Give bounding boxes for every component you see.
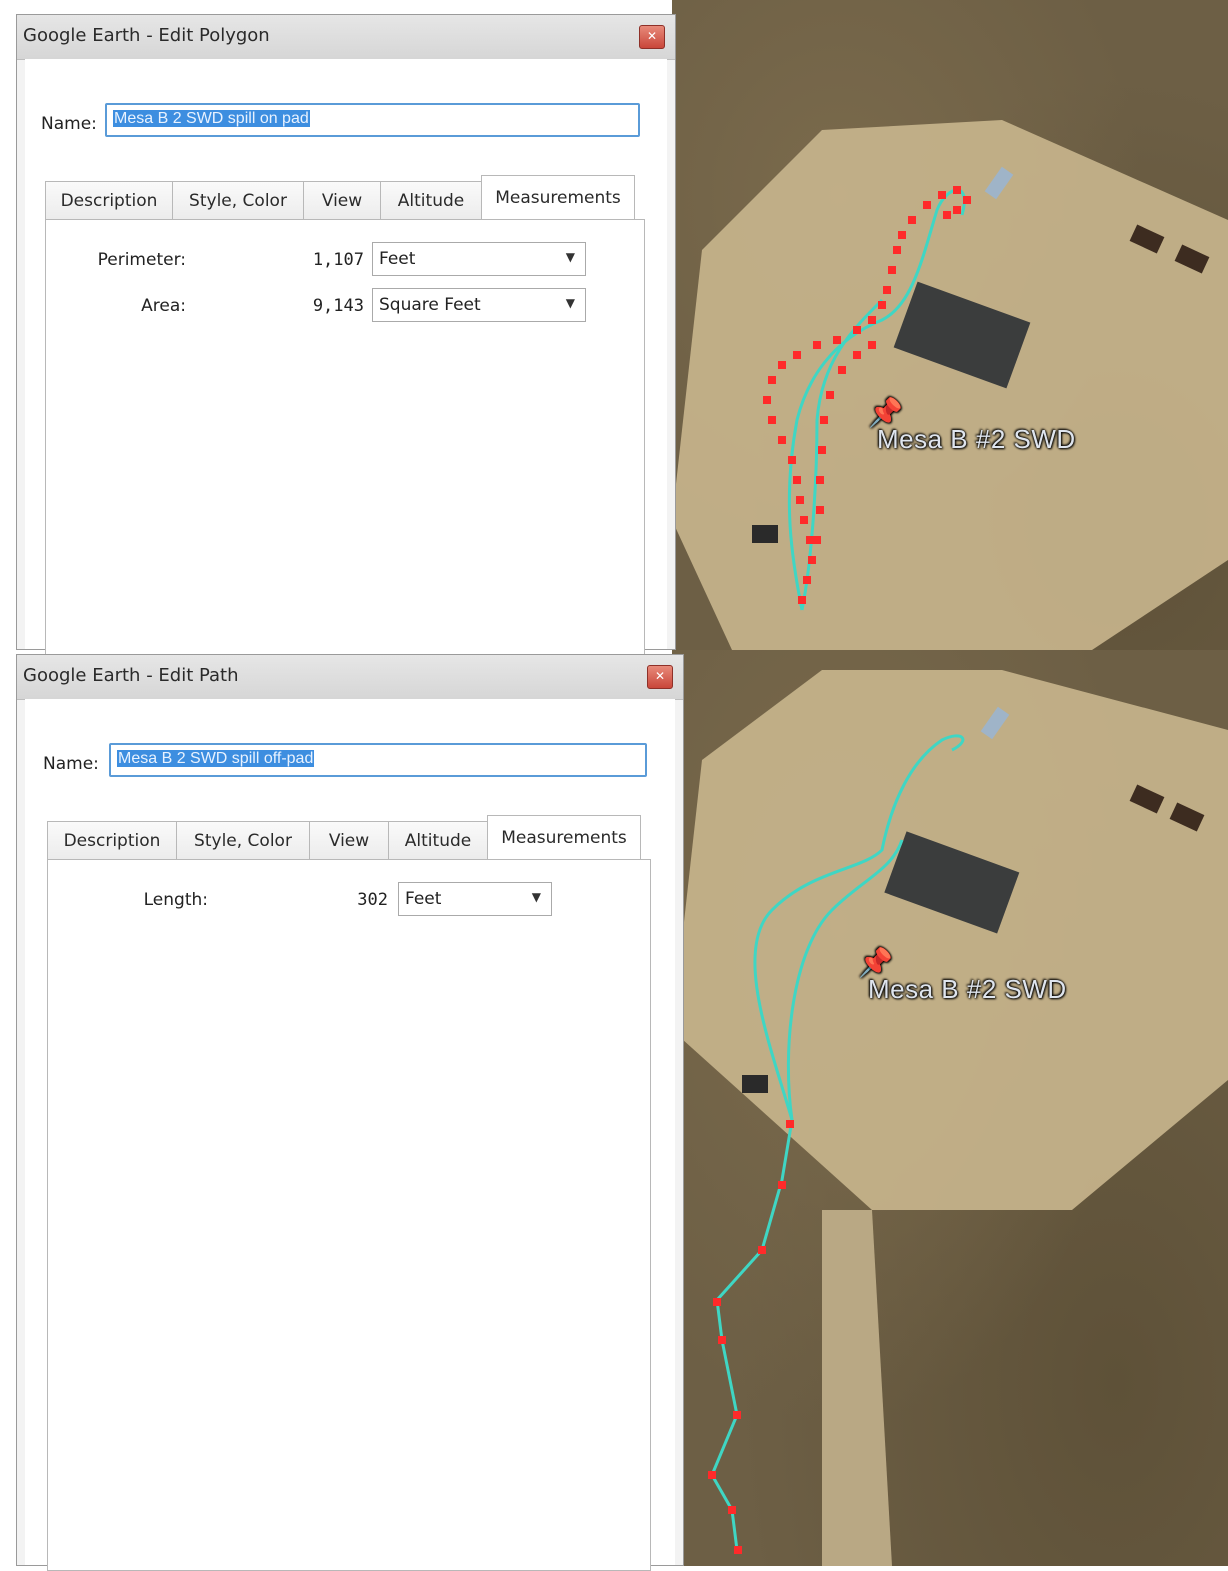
path-vertex-marker[interactable]	[803, 576, 811, 584]
path-vertex-marker[interactable]	[816, 506, 824, 514]
path-vertex-marker[interactable]	[838, 366, 846, 374]
area-label: Area:	[141, 296, 186, 316]
measurements-panel: Length: 302 Feet ▼	[47, 859, 651, 1571]
tab-view[interactable]: View	[309, 821, 389, 859]
close-button[interactable]: ✕	[639, 25, 665, 49]
tab-style-color[interactable]: Style, Color	[176, 821, 310, 859]
path-vertex-marker[interactable]	[798, 596, 806, 604]
path-vertex-marker[interactable]	[943, 211, 951, 219]
length-unit-select[interactable]: Feet ▼	[398, 882, 552, 916]
name-input[interactable]: Mesa B 2 SWD spill on pad	[105, 103, 640, 137]
map-bottom-vertex-layer	[708, 1120, 794, 1554]
path-vertex-marker[interactable]	[778, 1181, 786, 1189]
path-vertex-marker[interactable]	[888, 266, 896, 274]
path-vertex-marker[interactable]	[763, 396, 771, 404]
path-vertex-marker[interactable]	[788, 456, 796, 464]
name-label: Name:	[43, 754, 99, 774]
path-vertex-marker[interactable]	[938, 191, 946, 199]
tab-view[interactable]: View	[303, 181, 381, 219]
perimeter-unit-value: Feet	[379, 249, 416, 269]
path-vertex-marker[interactable]	[818, 446, 826, 454]
path-vertex-marker[interactable]	[768, 416, 776, 424]
perimeter-unit-select[interactable]: Feet ▼	[372, 242, 586, 276]
tab-bar: Description Style, Color View Altitude M…	[47, 815, 641, 859]
path-vertex-marker[interactable]	[734, 1546, 742, 1554]
area-unit-value: Square Feet	[379, 295, 481, 315]
path-vertex-marker[interactable]	[813, 536, 821, 544]
tab-bar: Description Style, Color View Altitude M…	[45, 175, 635, 219]
path-vertex-marker[interactable]	[816, 476, 824, 484]
chevron-down-icon: ▼	[565, 250, 575, 264]
perimeter-label: Perimeter:	[97, 250, 186, 270]
path-vertex-marker[interactable]	[868, 341, 876, 349]
path-vertex-marker[interactable]	[728, 1506, 736, 1514]
dialog-titlebar[interactable]: Google Earth - Edit Path ✕	[17, 655, 683, 700]
measurements-panel: Perimeter: 1,107 Feet ▼ Area: 9,143 Squa…	[45, 219, 645, 659]
chevron-down-icon: ▼	[565, 296, 575, 310]
map-top-placemark-label[interactable]: Mesa B #2 SWD	[877, 424, 1076, 455]
map-view-top[interactable]: 📌 Mesa B #2 SWD	[672, 0, 1228, 650]
tab-altitude[interactable]: Altitude	[380, 181, 482, 219]
path-vertex-marker[interactable]	[953, 206, 961, 214]
path-vertex-marker[interactable]	[893, 246, 901, 254]
path-vertex-marker[interactable]	[796, 496, 804, 504]
map-view-bottom[interactable]: 📌 Mesa B #2 SWD	[672, 650, 1228, 1566]
name-label: Name:	[41, 114, 97, 134]
path-vertex-marker[interactable]	[768, 376, 776, 384]
path-vertex-marker[interactable]	[833, 336, 841, 344]
map-bottom-placemark-label[interactable]: Mesa B #2 SWD	[868, 974, 1067, 1005]
map-top-vertex-layer	[763, 186, 971, 604]
dialog-body: Name: Mesa B 2 SWD spill on pad Descript…	[25, 59, 667, 659]
perimeter-value: 1,107	[312, 250, 364, 270]
path-vertex-marker[interactable]	[806, 536, 814, 544]
path-vertex-marker[interactable]	[853, 351, 861, 359]
path-vertex-marker[interactable]	[953, 186, 961, 194]
tab-altitude[interactable]: Altitude	[388, 821, 488, 859]
path-vertex-marker[interactable]	[826, 391, 834, 399]
name-input[interactable]: Mesa B 2 SWD spill off-pad	[109, 743, 647, 777]
tab-measurements[interactable]: Measurements	[487, 815, 641, 859]
path-vertex-marker[interactable]	[878, 301, 886, 309]
path-vertex-marker[interactable]	[778, 361, 786, 369]
path-vertex-marker[interactable]	[808, 556, 816, 564]
length-unit-value: Feet	[405, 889, 442, 909]
dialog-title: Google Earth - Edit Polygon	[23, 25, 270, 46]
dialog-title: Google Earth - Edit Path	[23, 665, 239, 686]
path-vertex-marker[interactable]	[778, 436, 786, 444]
area-value: 9,143	[312, 296, 364, 316]
path-vertex-marker[interactable]	[718, 1336, 726, 1344]
path-vertex-marker[interactable]	[813, 341, 821, 349]
path-vertex-marker[interactable]	[963, 196, 971, 204]
edit-path-dialog: Google Earth - Edit Path ✕ Name: Mesa B …	[16, 654, 684, 1571]
path-vertex-marker[interactable]	[820, 416, 828, 424]
path-vertex-marker[interactable]	[800, 516, 808, 524]
path-vertex-marker[interactable]	[793, 476, 801, 484]
path-vertex-marker[interactable]	[793, 351, 801, 359]
dialog-titlebar[interactable]: Google Earth - Edit Polygon ✕	[17, 15, 675, 60]
tab-description[interactable]: Description	[47, 821, 177, 859]
tab-measurements[interactable]: Measurements	[481, 175, 635, 219]
path-vertex-marker[interactable]	[758, 1246, 766, 1254]
tab-style-color[interactable]: Style, Color	[172, 181, 304, 219]
dialog-body: Name: Mesa B 2 SWD spill off-pad Descrip…	[25, 699, 675, 1571]
name-input-selected-text: Mesa B 2 SWD spill off-pad	[117, 750, 315, 767]
path-vertex-marker[interactable]	[883, 286, 891, 294]
length-value: 302	[357, 890, 388, 910]
path-vertex-marker[interactable]	[853, 326, 861, 334]
chevron-down-icon: ▼	[531, 890, 541, 904]
edit-polygon-dialog: Google Earth - Edit Polygon ✕ Name: Mesa…	[16, 14, 676, 659]
path-vertex-marker[interactable]	[713, 1298, 721, 1306]
name-input-selected-text: Mesa B 2 SWD spill on pad	[113, 110, 310, 127]
length-label: Length:	[143, 890, 208, 910]
path-vertex-marker[interactable]	[786, 1120, 794, 1128]
path-vertex-marker[interactable]	[923, 201, 931, 209]
path-vertex-marker[interactable]	[733, 1411, 741, 1419]
close-button[interactable]: ✕	[647, 665, 673, 689]
path-vertex-marker[interactable]	[708, 1471, 716, 1479]
area-unit-select[interactable]: Square Feet ▼	[372, 288, 586, 322]
path-vertex-marker[interactable]	[898, 231, 906, 239]
path-vertex-marker[interactable]	[868, 316, 876, 324]
tab-description[interactable]: Description	[45, 181, 173, 219]
path-vertex-marker[interactable]	[908, 216, 916, 224]
